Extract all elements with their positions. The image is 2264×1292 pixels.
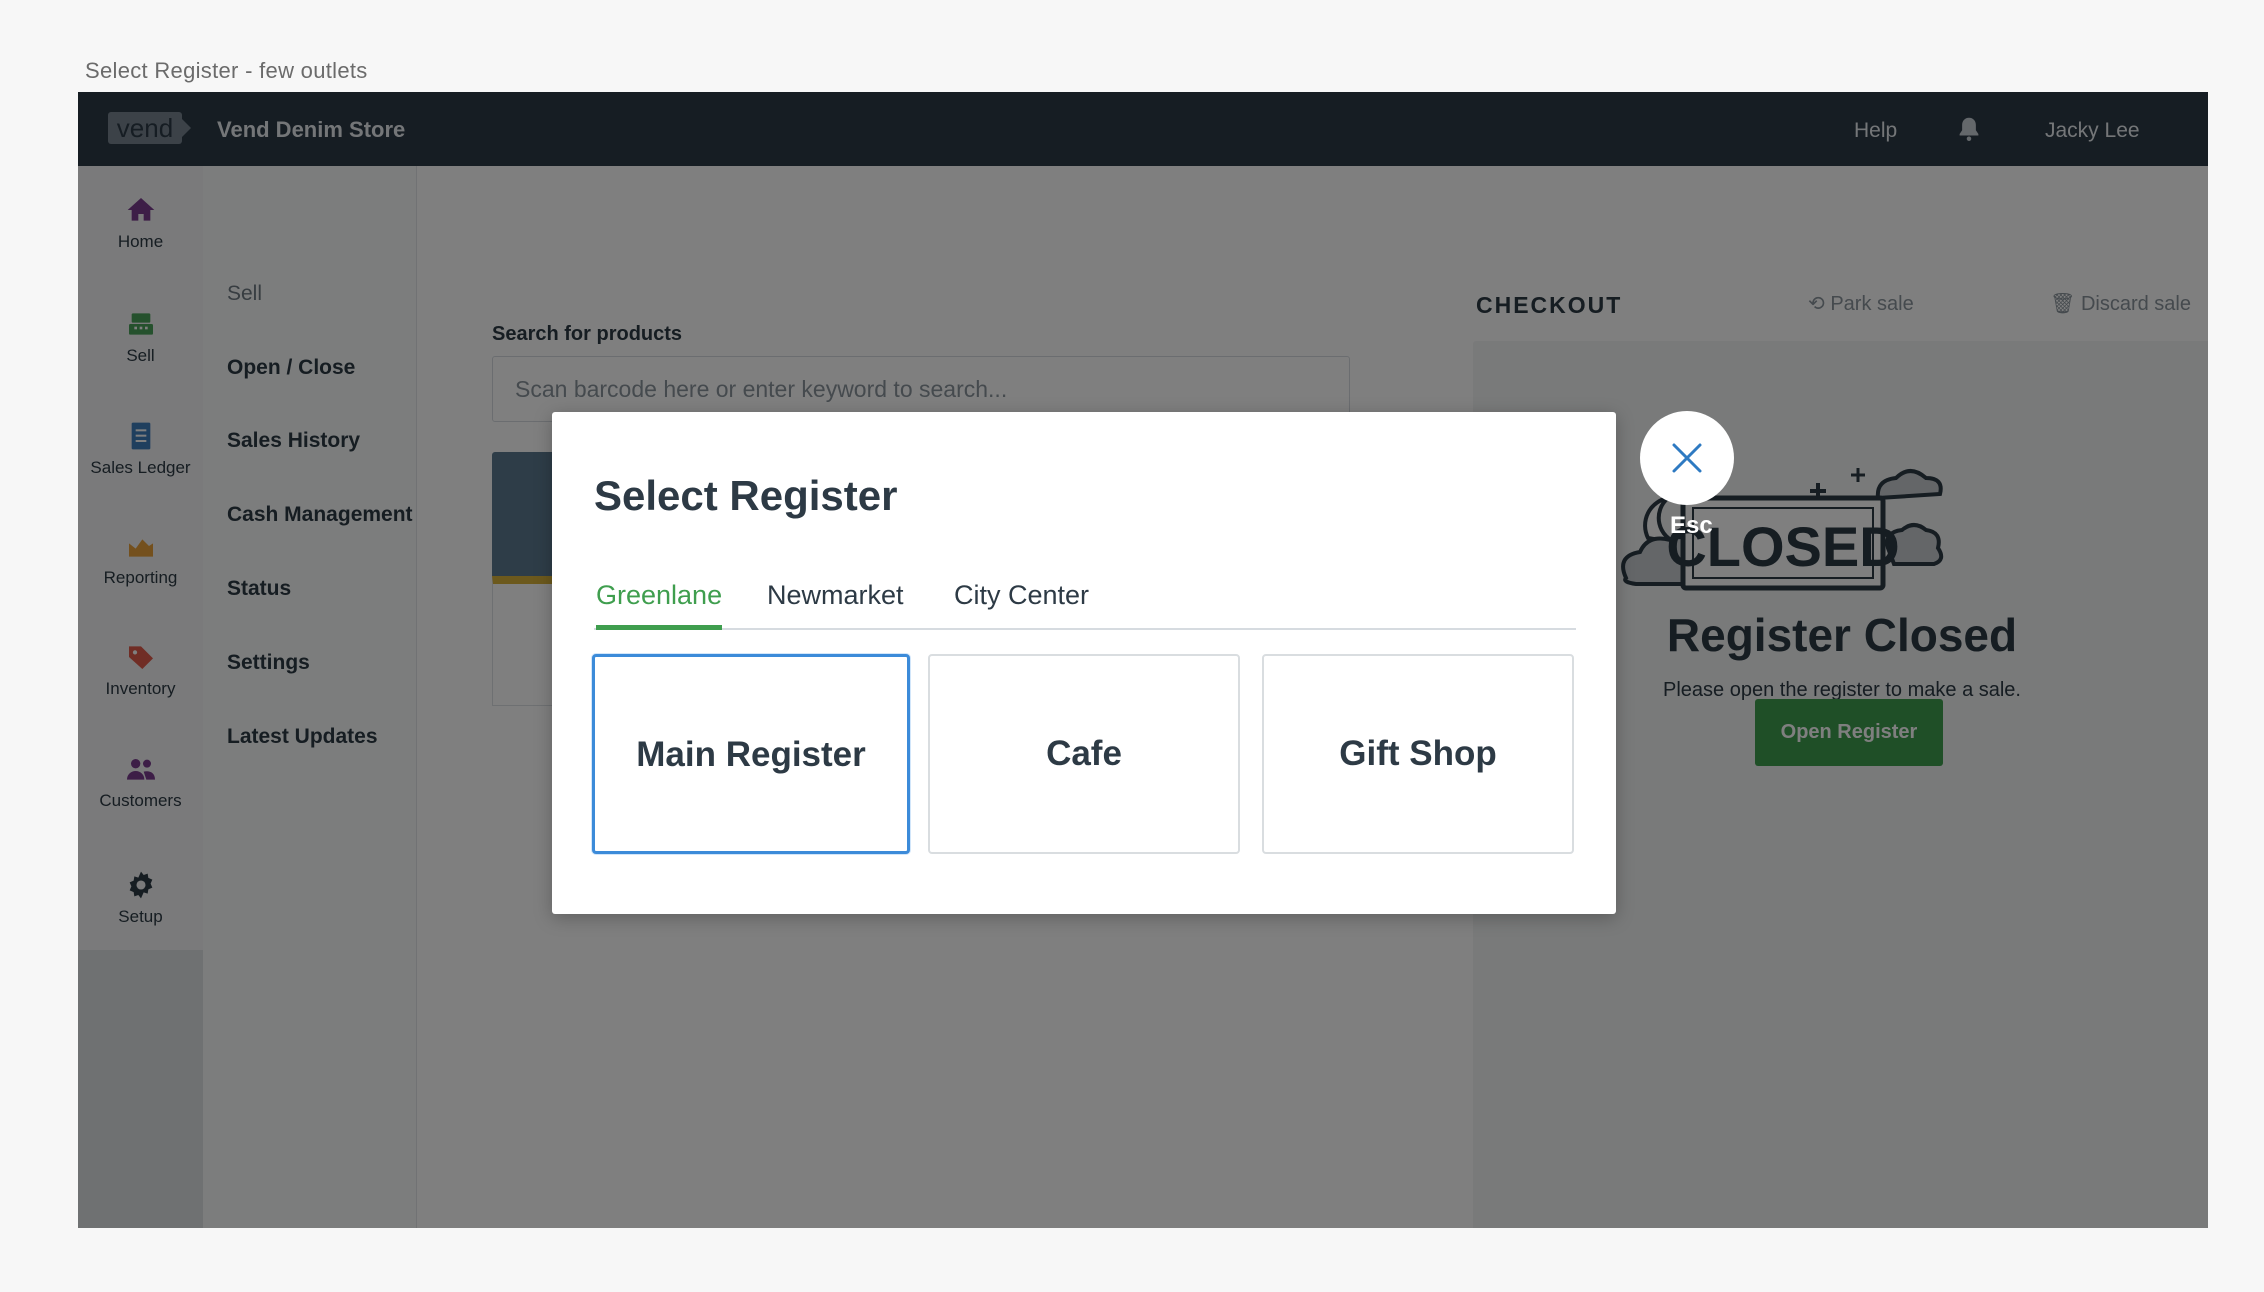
tab-greenlane[interactable]: Greenlane	[596, 580, 723, 630]
close-modal-button[interactable]	[1640, 411, 1734, 505]
page-caption: Select Register - few outlets	[85, 58, 368, 83]
register-card-main-register[interactable]: Main Register	[592, 654, 910, 854]
outlet-tabs: Greenlane Newmarket City Center	[594, 566, 1576, 630]
tab-city-center[interactable]: City Center	[954, 580, 1089, 625]
register-card-cafe[interactable]: Cafe	[928, 654, 1240, 854]
esc-hint: Esc	[1670, 512, 1713, 539]
tab-newmarket[interactable]: Newmarket	[767, 580, 904, 625]
register-card-gift-shop[interactable]: Gift Shop	[1262, 654, 1574, 854]
select-register-modal: Select Register Greenlane Newmarket City…	[552, 412, 1616, 914]
close-icon	[1672, 443, 1702, 473]
modal-title: Select Register	[594, 472, 898, 519]
